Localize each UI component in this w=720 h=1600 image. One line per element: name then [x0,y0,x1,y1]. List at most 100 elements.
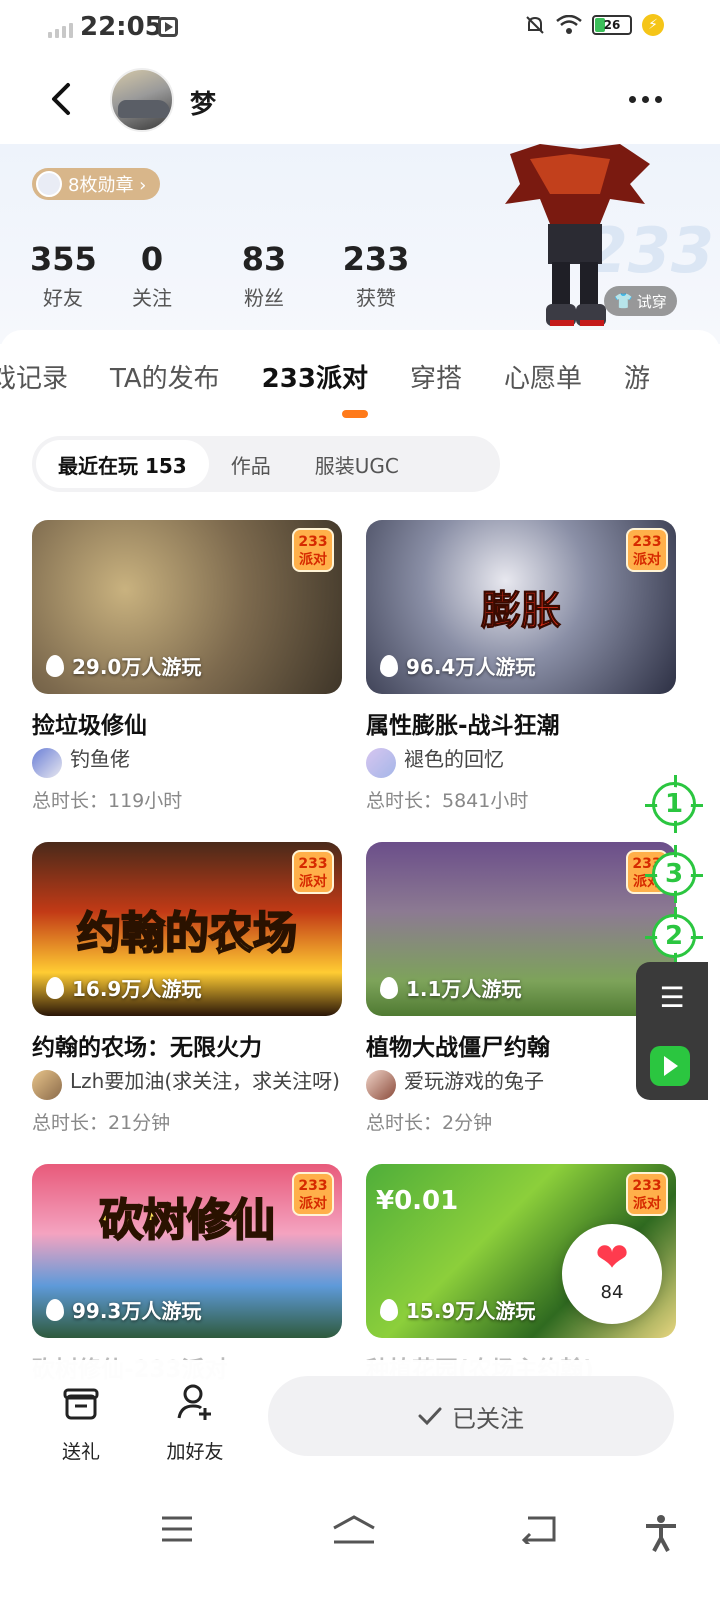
menu-icon[interactable] [160,1514,194,1544]
tab-wishlist[interactable]: 心愿单 [504,358,582,395]
stat-following[interactable]: 0 关注 [96,240,208,311]
segment-recent-played[interactable]: 最近在玩 153 [36,440,209,488]
author-name: 褪色的回忆 [404,747,504,771]
add-friend-button[interactable]: 加好友 [150,1382,240,1464]
play-duration: 总时长：21分钟 [32,1112,171,1134]
stat-friends[interactable]: 355 好友 [30,240,97,311]
play-count: 99.3万人游玩 [46,1295,201,1324]
game-author[interactable]: 爱玩游戏的兔子 [366,1070,676,1100]
party-tag: 233 派对 [626,528,668,572]
flame-icon [380,654,398,677]
game-author[interactable]: 钓鱼佬 [32,748,342,778]
wifi-icon [556,15,582,34]
send-gift-button[interactable]: 送礼 [36,1382,126,1464]
play-count-text: 99.3万人游玩 [72,1299,202,1323]
gift-box-icon [63,1388,99,1420]
game-title[interactable]: 属性膨胀-战斗狂潮 [366,706,676,740]
followed-button[interactable]: 已关注 [268,1376,674,1456]
stat-label: 关注 [132,286,172,310]
profile-tabs: 戏记录 TA的发布 233派对 穿搭 心愿单 游 [0,358,650,395]
stat-fans[interactable]: 83 粉丝 [208,240,320,311]
flame-icon [46,654,64,677]
game-title[interactable]: 捡垃圾修仙 [32,706,342,740]
game-author[interactable]: 褪色的回忆 [366,748,676,778]
shirt-icon: 👕 [614,292,633,310]
game-thumbnail[interactable]: 233 派对 29.0万人游玩 [32,520,342,694]
play-count: 16.9万人游玩 [46,973,201,1002]
send-gift-label: 送礼 [61,1441,100,1463]
stat-label: 粉丝 [244,286,284,310]
bottom-action-bar: 送礼 加好友 已关注 [0,1360,720,1480]
annotation-marker-3[interactable]: 3 [645,845,703,903]
more-options-icon[interactable] [629,96,662,103]
game-thumbnail[interactable]: 砍树修仙 233 派对 99.3万人游玩 [32,1164,342,1338]
tab-posts[interactable]: TA的发布 [110,358,220,395]
game-card[interactable]: 233 派对 29.0万人游玩 捡垃圾修仙 钓鱼佬 总时长：119小时 [32,520,342,813]
flame-icon [380,976,398,999]
charging-icon: ⚡ [642,14,664,36]
tab-game-records[interactable]: 戏记录 [0,358,68,395]
add-user-icon [177,1384,211,1420]
game-card[interactable]: 砍树修仙 233 派对 99.3万人游玩 砍树修仙-233派对 [32,1164,342,1384]
tab-outfits[interactable]: 穿搭 [410,358,462,395]
play-count: 29.0万人游玩 [46,651,201,680]
add-friend-label: 加好友 [166,1441,224,1463]
play-count: 96.4万人游玩 [380,651,535,680]
game-thumbnail[interactable]: 膨胀 233 派对 96.4万人游玩 [366,520,676,694]
tab-233-party[interactable]: 233派对 [262,358,368,395]
back-nav-icon[interactable] [520,1514,558,1544]
segment-works[interactable]: 作品 [209,440,293,488]
stat-likes[interactable]: 233 获赞 [320,240,432,311]
media-playing-icon [158,17,178,37]
profile-stats: 355 好友 0 关注 83 粉丝 233 获赞 [30,240,432,311]
stat-label: 好友 [43,286,83,310]
party-tag: 233 派对 [292,1172,334,1216]
badges-button[interactable]: 8枚勋章 › [32,168,161,200]
active-tab-indicator [342,410,368,418]
game-thumbnail[interactable]: 233 派对 1.1万人游玩 [366,842,676,1016]
like-count: 84 [600,1282,624,1303]
play-button-icon[interactable] [650,1046,690,1086]
party-tag: 233 派对 [292,850,334,894]
marker-number: 3 [657,857,691,891]
play-count-text: 29.0万人游玩 [72,655,202,679]
back-arrow-icon[interactable] [48,82,76,116]
like-button[interactable]: ❤ 84 [562,1224,662,1324]
signal-icon [48,23,73,38]
author-avatar [366,1070,396,1100]
profile-banner: 8枚勋章 › 355 好友 0 关注 83 粉丝 233 获赞 233 👕 试穿 [0,144,720,344]
system-navigation-bar [0,1480,720,1600]
accessibility-icon[interactable] [644,1514,678,1552]
content-panel: 戏记录 TA的发布 233派对 穿搭 心愿单 游 最近在玩 153 作品 服装U… [0,330,720,1500]
game-title[interactable]: 约翰的农场：无限火力 [32,1028,342,1062]
game-card[interactable]: 233 派对 1.1万人游玩 植物大战僵尸约翰 爱玩游戏的兔子 总时长：2分钟 [366,842,676,1135]
play-duration: 总时长：5841小时 [366,790,529,812]
stat-value: 355 [30,240,97,278]
profile-header: 梦 [0,56,720,144]
annotation-marker-1[interactable]: 1 [645,775,703,833]
segment-outfit-ugc[interactable]: 服装UGC [293,440,421,488]
game-author[interactable]: Lzh要加油(求关注，求关注呀) [32,1070,342,1100]
author-name: 爱玩游戏的兔子 [404,1069,544,1093]
battery-level: 26 [603,18,621,32]
annotation-marker-2[interactable]: 2 [645,907,703,965]
game-thumbnail[interactable]: 约翰的农场 233 派对 16.9万人游玩 [32,842,342,1016]
try-on-button[interactable]: 👕 试穿 [604,286,677,316]
badge-icon [36,171,62,197]
status-time: 22:05 [80,12,163,42]
game-card[interactable]: 约翰的农场 233 派对 16.9万人游玩 约翰的农场：无限火力 Lzh要加油(… [32,842,342,1135]
user-avatar[interactable] [110,68,174,132]
try-on-label: 试穿 [636,292,667,311]
flame-icon [46,976,64,999]
tab-games[interactable]: 游 [624,358,650,395]
play-duration: 总时长：119小时 [32,790,183,812]
heart-icon: ❤ [595,1235,629,1281]
collapse-panel-icon[interactable]: ☰ [654,978,690,1018]
game-card[interactable]: 膨胀 233 派对 96.4万人游玩 属性膨胀-战斗狂潮 褪色的回忆 总时长：5… [366,520,676,813]
badges-label: 8枚勋章 › [68,175,147,196]
play-count: 1.1万人游玩 [380,973,521,1002]
author-avatar [366,748,396,778]
home-icon[interactable] [330,1514,378,1546]
game-title[interactable]: 植物大战僵尸约翰 [366,1028,676,1062]
followed-label: 已关注 [452,1404,524,1433]
